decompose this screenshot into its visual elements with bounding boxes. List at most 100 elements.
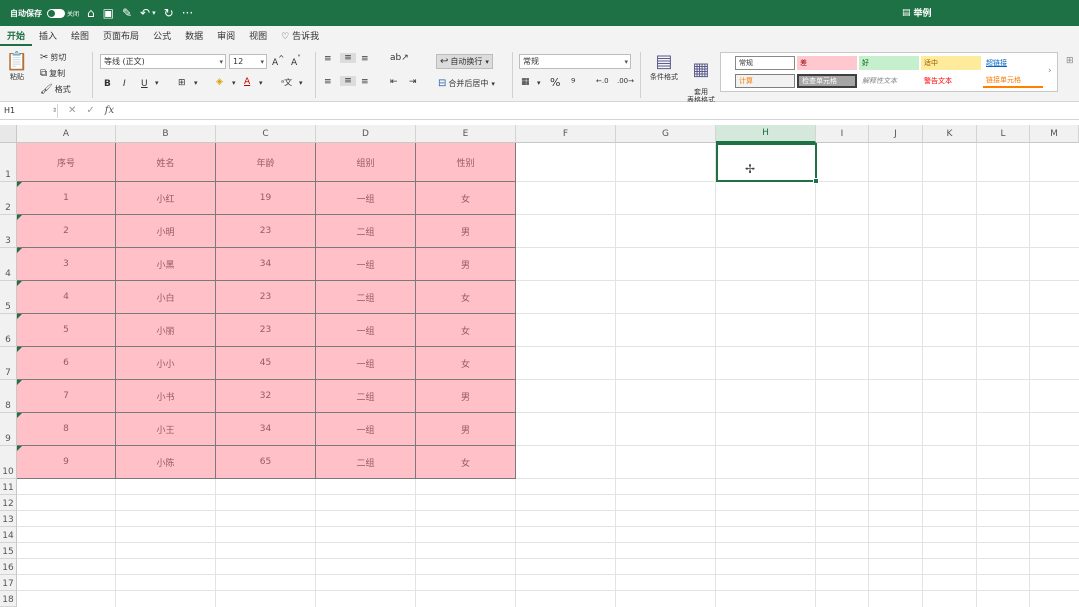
tell-me[interactable]: ♡ 告诉我 <box>274 29 326 46</box>
tab-home[interactable]: 开始 <box>0 29 33 46</box>
increase-indent-icon[interactable]: ⇥ <box>409 77 417 87</box>
tab-data[interactable]: 数据 <box>178 29 210 46</box>
column-header[interactable]: M <box>1030 125 1079 143</box>
function-icon[interactable]: fx <box>105 105 114 116</box>
home-icon[interactable]: ⌂ <box>87 7 95 19</box>
table-cell[interactable]: 2 <box>17 215 116 248</box>
row-header[interactable]: 2 <box>0 182 17 215</box>
row-header[interactable]: 7 <box>0 347 17 380</box>
tab-formulas[interactable]: 公式 <box>146 29 178 46</box>
table-cell[interactable]: 23 <box>216 281 316 314</box>
style-warning[interactable]: 警告文本 <box>921 74 981 88</box>
italic-button[interactable]: I <box>123 79 126 89</box>
tab-draw[interactable]: 绘图 <box>64 29 96 46</box>
number-format-select[interactable]: 常规 ▾ <box>519 54 631 69</box>
table-cell[interactable]: 一组 <box>316 248 416 281</box>
row-header[interactable]: 10 <box>0 446 17 479</box>
comma-icon[interactable]: ⁹ <box>571 76 575 89</box>
row-header[interactable]: 18 <box>0 591 17 607</box>
table-cell[interactable]: 32 <box>216 380 316 413</box>
table-cell[interactable]: 小王 <box>116 413 216 446</box>
table-cell[interactable]: 23 <box>216 215 316 248</box>
name-box[interactable]: H1 ⇕ <box>2 103 58 118</box>
table-header-cell[interactable]: 组别 <box>316 143 416 182</box>
bold-button[interactable]: B <box>104 79 111 89</box>
edit-icon[interactable]: ✎ <box>122 7 132 19</box>
fill-handle[interactable] <box>813 178 819 184</box>
borders-icon[interactable]: ⊞ <box>178 78 186 88</box>
row-header[interactable]: 5 <box>0 281 17 314</box>
table-cell[interactable]: 8 <box>17 413 116 446</box>
font-name-select[interactable]: 等线 (正文) ▾ <box>100 54 226 69</box>
increase-decimal-icon[interactable]: ←.0 <box>596 77 609 85</box>
table-cell[interactable]: 19 <box>216 182 316 215</box>
column-header[interactable]: B <box>116 125 216 143</box>
style-check-cell[interactable]: 检查单元格 <box>797 74 857 88</box>
style-bad[interactable]: 差 <box>797 56 857 70</box>
table-cell[interactable]: 二组 <box>316 446 416 479</box>
table-cell[interactable]: 女 <box>416 446 516 479</box>
fill-color-dropdown[interactable]: ▾ <box>232 79 236 87</box>
table-cell[interactable]: 1 <box>17 182 116 215</box>
column-header[interactable]: G <box>616 125 716 143</box>
fill-color-icon[interactable]: ◈ <box>216 77 223 87</box>
column-header[interactable]: C <box>216 125 316 143</box>
table-cell[interactable]: 小白 <box>116 281 216 314</box>
orientation-icon[interactable]: ab↗ <box>390 53 409 63</box>
row-header[interactable]: 14 <box>0 527 17 543</box>
table-cell[interactable]: 一组 <box>316 347 416 380</box>
table-cell[interactable]: 女 <box>416 347 516 380</box>
tab-view[interactable]: 视图 <box>242 29 274 46</box>
decrease-font-size-button[interactable]: A˅ <box>291 54 301 68</box>
style-neutral[interactable]: 适中 <box>921 56 981 70</box>
table-cell[interactable]: 女 <box>416 281 516 314</box>
table-cell[interactable]: 6 <box>17 347 116 380</box>
column-header[interactable]: D <box>316 125 416 143</box>
tab-page-layout[interactable]: 页面布局 <box>96 29 146 46</box>
table-cell[interactable]: 4 <box>17 281 116 314</box>
table-cell[interactable]: 小黑 <box>116 248 216 281</box>
copy-button[interactable]: ⧉ 复制 <box>40 68 65 79</box>
percent-icon[interactable]: % <box>550 76 560 89</box>
table-cell[interactable]: 9 <box>17 446 116 479</box>
align-middle-icon[interactable]: ≡ <box>340 53 356 63</box>
table-cell[interactable]: 二组 <box>316 380 416 413</box>
table-cell[interactable]: 小红 <box>116 182 216 215</box>
table-cell[interactable]: 3 <box>17 248 116 281</box>
table-cell[interactable]: 小明 <box>116 215 216 248</box>
table-cell[interactable]: 一组 <box>316 413 416 446</box>
style-hyperlink[interactable]: 超链接 <box>983 56 1043 70</box>
select-all-corner[interactable] <box>0 125 17 143</box>
align-left-icon[interactable]: ≡ <box>324 77 332 87</box>
column-header[interactable]: I <box>816 125 869 143</box>
column-header[interactable]: L <box>977 125 1030 143</box>
active-cell-selection[interactable] <box>716 143 819 184</box>
autosave-toggle[interactable] <box>47 8 65 18</box>
row-header[interactable]: 13 <box>0 511 17 527</box>
format-painter-button[interactable]: 🖌 格式 <box>40 84 71 95</box>
table-cell[interactable]: 7 <box>17 380 116 413</box>
column-header[interactable]: E <box>416 125 516 143</box>
insert-cells-icon[interactable]: ⊞ <box>1066 56 1074 66</box>
column-header[interactable]: A <box>17 125 116 143</box>
row-header[interactable]: 3 <box>0 215 17 248</box>
font-color-icon[interactable]: A <box>244 77 250 87</box>
table-cell[interactable]: 男 <box>416 248 516 281</box>
row-header[interactable]: 4 <box>0 248 17 281</box>
table-cell[interactable]: 小小 <box>116 347 216 380</box>
more-icon[interactable]: ··· <box>182 7 193 19</box>
table-cell[interactable]: 小陈 <box>116 446 216 479</box>
table-header-cell[interactable]: 性别 <box>416 143 516 182</box>
row-header[interactable]: 6 <box>0 314 17 347</box>
column-header[interactable]: K <box>923 125 977 143</box>
table-cell[interactable]: 男 <box>416 380 516 413</box>
align-bottom-icon[interactable]: ≡ <box>361 54 369 64</box>
style-explanatory[interactable]: 解释性文本 <box>859 74 919 88</box>
column-header[interactable]: J <box>869 125 923 143</box>
style-good[interactable]: 好 <box>859 56 919 70</box>
table-cell[interactable]: 一组 <box>316 182 416 215</box>
table-cell[interactable]: 女 <box>416 314 516 347</box>
row-header[interactable]: 12 <box>0 495 17 511</box>
style-normal[interactable]: 常规 <box>735 56 795 70</box>
row-header[interactable]: 16 <box>0 559 17 575</box>
